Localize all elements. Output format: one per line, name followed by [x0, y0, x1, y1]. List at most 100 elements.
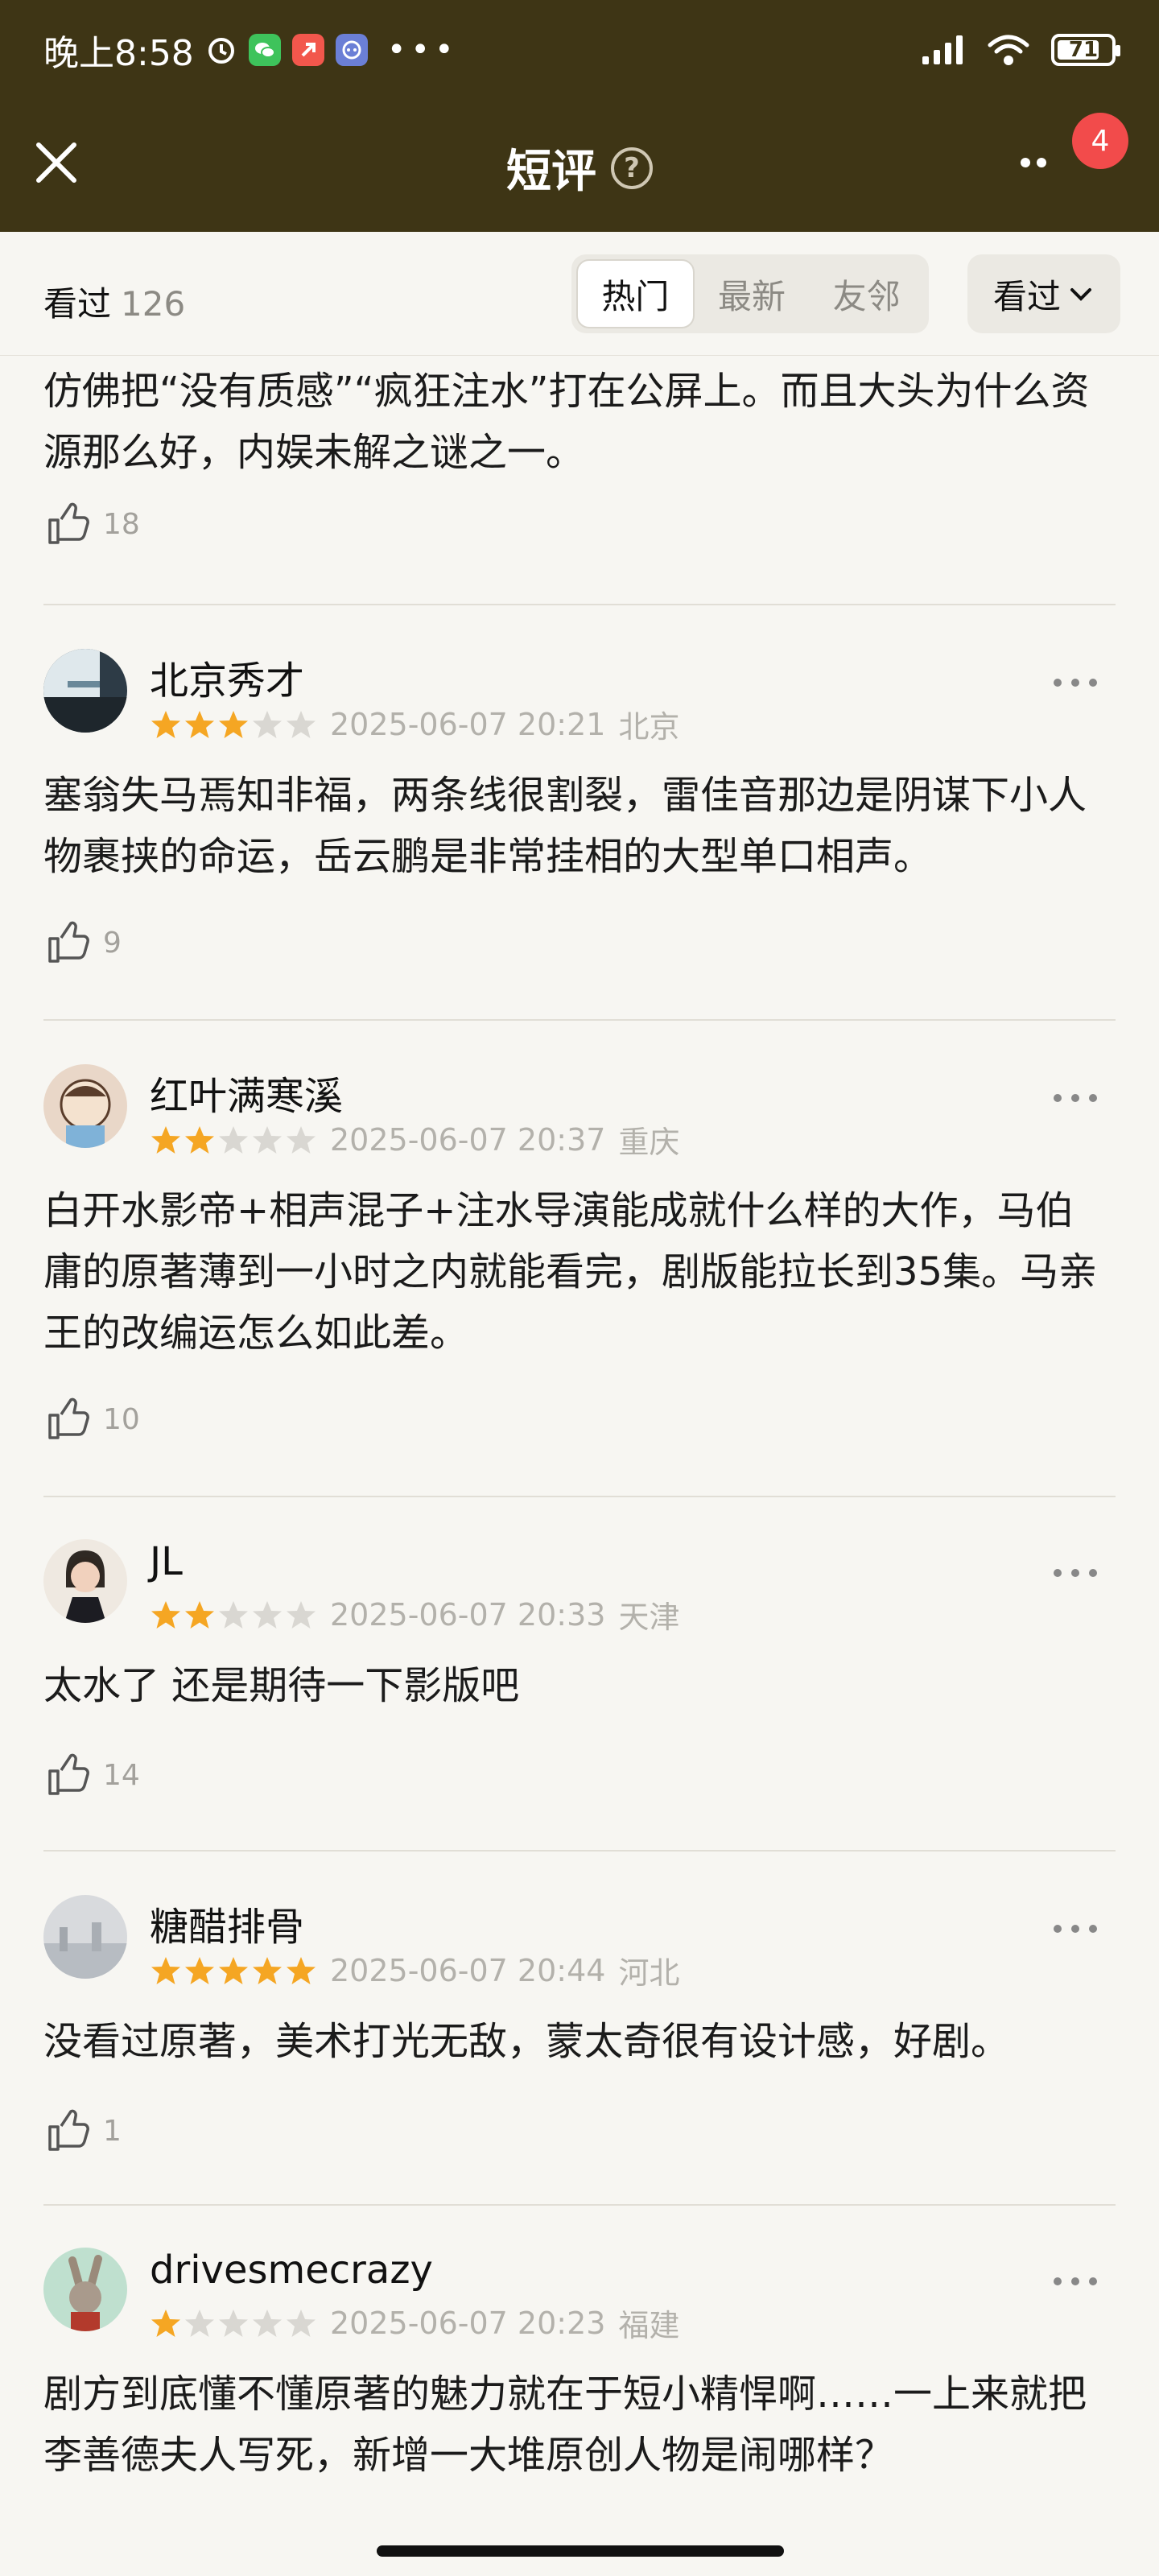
- like-count: 9: [103, 926, 122, 960]
- tab-latest[interactable]: 最新: [695, 259, 810, 328]
- avatar[interactable]: [43, 1895, 127, 1979]
- more-options-icon[interactable]: [1014, 147, 1070, 179]
- seen-dropdown[interactable]: 看过: [967, 254, 1120, 333]
- star-empty-icon: [219, 1125, 248, 1154]
- comment-meta: 2025-06-07 20:37 重庆: [150, 1117, 679, 1162]
- star-empty-icon: [253, 2309, 282, 2337]
- thumbs-up-icon: [48, 502, 89, 544]
- star-empty-icon: [253, 1600, 282, 1629]
- comment-location: 天津: [618, 1600, 680, 1635]
- sort-tabs: 热门 最新 友邻: [571, 254, 929, 333]
- comment-location: 河北: [618, 1955, 680, 1991]
- comment-item: drivesmecrazy 2025-06-07 20:23 福建 剧方到底懂不…: [43, 2248, 1116, 2529]
- status-bar-right: 71: [921, 24, 1120, 76]
- comment-meta: 2025-06-07 20:21 北京: [150, 702, 679, 746]
- star-empty-icon: [253, 710, 282, 738]
- battery-indicator: 71: [1051, 34, 1120, 66]
- avatar[interactable]: [43, 649, 127, 733]
- comment-more-icon[interactable]: [1051, 1090, 1099, 1106]
- comment-item: 北京秀才 2025-06-07 20:21 北京 塞翁失马焉知非福，两条线很割裂…: [43, 649, 1116, 1019]
- star-empty-icon: [287, 1125, 316, 1154]
- comment-more-icon[interactable]: [1051, 1565, 1099, 1581]
- star-filled-icon: [151, 2309, 180, 2337]
- thumbs-up-icon: [48, 1397, 89, 1439]
- star-empty-icon: [219, 2309, 248, 2337]
- like-button[interactable]: 18: [43, 499, 1116, 549]
- comment-more-icon[interactable]: [1051, 1921, 1099, 1937]
- username[interactable]: JL: [150, 1539, 183, 1584]
- comment-text: 仿佛把“没有质感”“疯狂注水”打在公屏上。而且大头为什么资源那么好，内娱未解之谜…: [43, 369, 1090, 475]
- star-filled-icon: [185, 710, 214, 738]
- status-bar-left: 晚上8:58 •••: [43, 24, 459, 76]
- alarm-icon: [205, 34, 237, 66]
- page-title-group: 短评 ?: [0, 135, 1159, 200]
- star-filled-icon: [151, 1956, 180, 1984]
- app-notification-icon: [291, 34, 324, 66]
- like-count: 10: [103, 1402, 140, 1436]
- username[interactable]: 北京秀才: [150, 649, 304, 705]
- comment-date: 2025-06-07 20:23: [330, 2305, 606, 2341]
- more-notifications-icon: •••: [386, 31, 459, 68]
- comment-date: 2025-06-07 20:37: [330, 1121, 606, 1158]
- notification-badge: 4: [1072, 113, 1128, 169]
- like-button[interactable]: 14: [43, 1750, 140, 1800]
- comment-more-icon[interactable]: [1051, 2273, 1099, 2289]
- comment-date: 2025-06-07 20:33: [330, 1596, 606, 1633]
- filter-bar: 看过 126 热门 最新 友邻 看过: [0, 232, 1159, 356]
- like-button[interactable]: 9: [43, 918, 122, 968]
- star-filled-icon: [219, 710, 248, 738]
- help-icon[interactable]: ?: [611, 147, 653, 189]
- comment-text: 没看过原著，美术打光无敌，蒙太奇很有设计感，好剧。: [43, 2019, 1010, 2064]
- comment-text: 太水了 还是期待一下影版吧: [43, 1663, 520, 1708]
- tab-friends[interactable]: 友邻: [809, 259, 924, 328]
- like-count: 1: [103, 2114, 122, 2148]
- comment-text: 白开水影帝+相声混子+注水导演能成就什么样的大作，马伯庸的原著薄到一小时之内就能…: [43, 1188, 1098, 1356]
- comment-item: 糖醋排骨 2025-06-07 20:44 河北 没看过原著，美术打光无敌，蒙太…: [43, 1895, 1116, 2201]
- wifi-icon: [988, 35, 1029, 65]
- star-filled-icon: [151, 1600, 180, 1629]
- divider: [43, 604, 1116, 605]
- avatar[interactable]: [43, 1539, 127, 1623]
- comment-location: 福建: [618, 2308, 680, 2343]
- star-empty-icon: [219, 1600, 248, 1629]
- comment-location: 北京: [618, 709, 680, 745]
- avatar[interactable]: [43, 2248, 127, 2331]
- star-filled-icon: [185, 1600, 214, 1629]
- comment-list: 仿佛把“没有质感”“疯狂注水”打在公屏上。而且大头为什么资源那么好，内娱未解之谜…: [0, 356, 1159, 2529]
- rating-stars: [150, 1124, 317, 1156]
- like-button[interactable]: 10: [43, 1394, 140, 1444]
- status-time: 晚上8:58: [43, 33, 194, 74]
- comment-text: 剧方到底懂不懂原著的魅力就在于短小精悍啊……一上来就把李善德夫人写死，新增一大堆…: [43, 2372, 1087, 2478]
- star-filled-icon: [185, 1956, 214, 1984]
- avatar[interactable]: [43, 1064, 127, 1148]
- comment-meta: 2025-06-07 20:44 河北: [150, 1948, 679, 1992]
- comment-partial: 仿佛把“没有质感”“疯狂注水”打在公屏上。而且大头为什么资源那么好，内娱未解之谜…: [43, 361, 1116, 549]
- rating-stars: [150, 708, 317, 741]
- page-title: 短评: [506, 146, 596, 198]
- thumbs-up-icon: [48, 921, 89, 963]
- seen-label: 看过: [43, 284, 112, 324]
- comment-more-icon[interactable]: [1051, 675, 1099, 691]
- username[interactable]: drivesmecrazy: [150, 2248, 433, 2293]
- home-indicator[interactable]: [377, 2545, 784, 2557]
- wechat-icon: [248, 34, 281, 66]
- star-empty-icon: [287, 710, 316, 738]
- divider: [43, 1019, 1116, 1021]
- comment-location: 重庆: [618, 1125, 680, 1160]
- seen-dropdown-label: 看过: [992, 276, 1061, 316]
- seen-summary: 看过 126: [43, 277, 185, 326]
- tab-hot[interactable]: 热门: [576, 259, 695, 328]
- rating-stars: [150, 1955, 317, 1987]
- rating-stars: [150, 1599, 317, 1631]
- comment-text: 塞翁失马焉知非福，两条线很割裂，雷佳音那边是阴谋下小人物裹挟的命运，岳云鹏是非常…: [43, 773, 1087, 879]
- like-count: 18: [103, 507, 140, 541]
- signal-icon: [922, 35, 963, 64]
- star-empty-icon: [185, 2309, 214, 2337]
- username[interactable]: 糖醋排骨: [150, 1895, 304, 1951]
- username[interactable]: 红叶满寒溪: [150, 1064, 343, 1121]
- battery-text: 71: [1068, 38, 1099, 62]
- like-button[interactable]: 1: [43, 2106, 122, 2156]
- thumbs-up-icon: [48, 1753, 89, 1795]
- thumbs-up-icon: [48, 2109, 89, 2151]
- comment-date: 2025-06-07 20:21: [330, 706, 606, 742]
